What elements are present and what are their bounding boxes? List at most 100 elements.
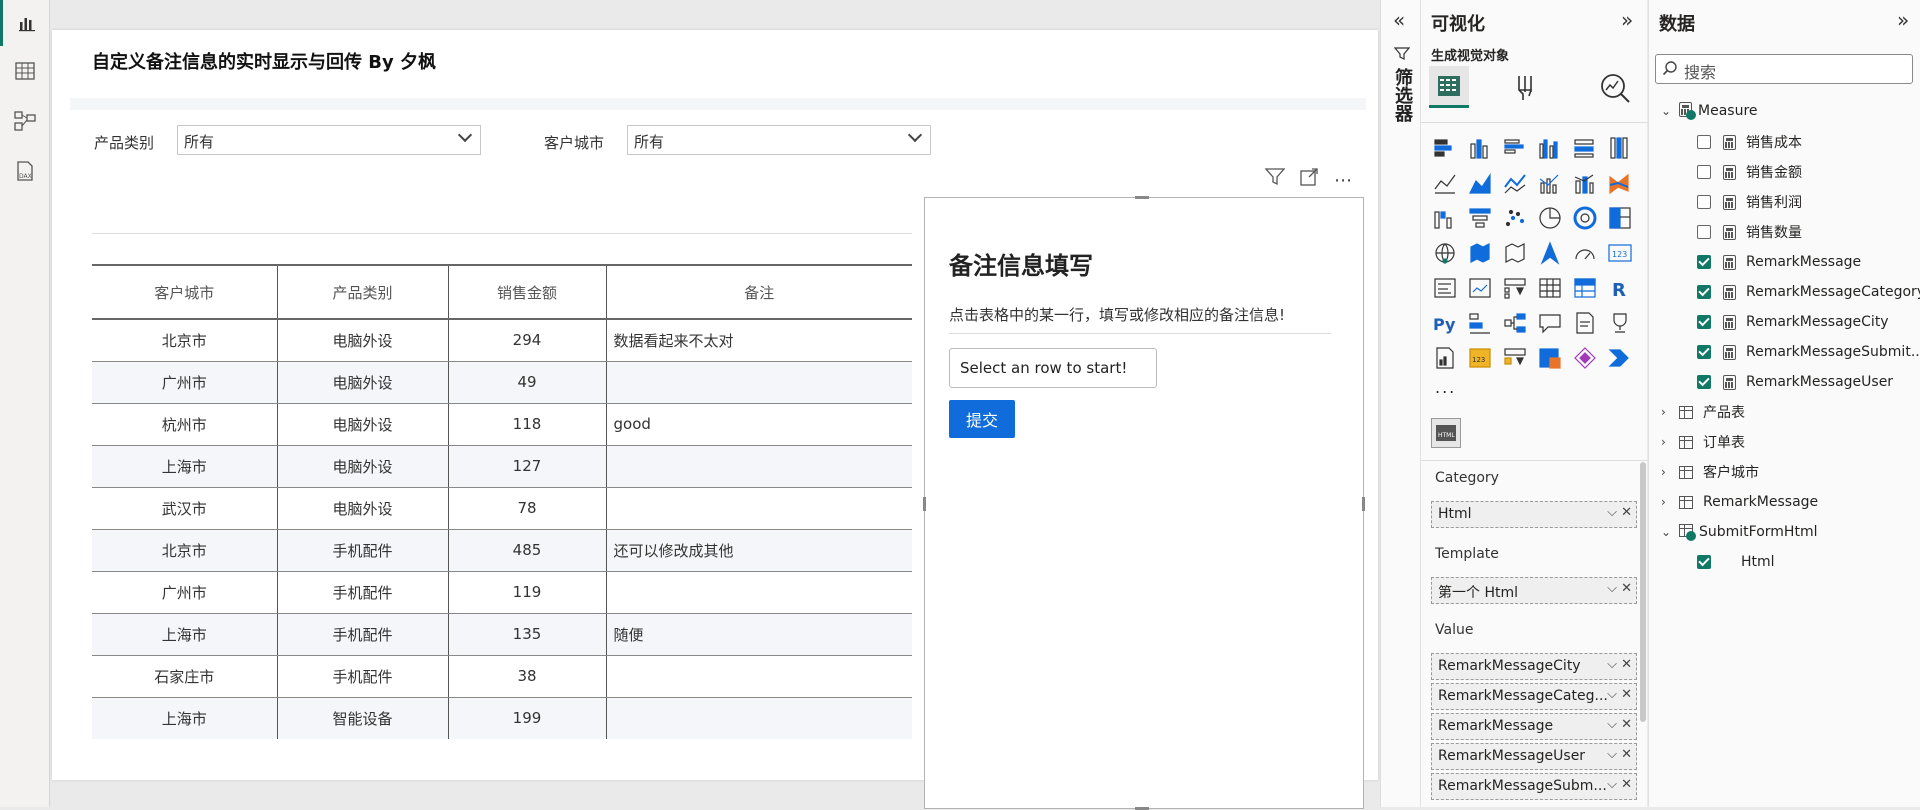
table-view-icon[interactable]: [0, 48, 50, 94]
chevron-right-icon[interactable]: ›: [1661, 495, 1671, 509]
table-row[interactable]: 广州市 电脑外设 49: [92, 361, 912, 404]
slicer-icon: [1504, 278, 1526, 299]
well-field-template[interactable]: 第一个 Html ⌵ ✕: [1431, 577, 1637, 604]
search-icon: [1662, 60, 1678, 80]
column-header-city[interactable]: 客户城市: [92, 264, 277, 320]
field-controls[interactable]: ⌵ ✕: [1607, 717, 1632, 732]
table-row[interactable]: 上海市 智能设备 199: [92, 697, 912, 739]
cell-remark: [605, 571, 912, 614]
well-field-value[interactable]: RemarkMessageCateg... ⌵ ✕: [1431, 683, 1637, 710]
field-controls[interactable]: ⌵ ✕: [1607, 505, 1632, 520]
well-field-category[interactable]: Html ⌵ ✕: [1431, 501, 1637, 528]
tree-field-measure[interactable]: RemarkMessage: [1697, 251, 1861, 273]
field-checkbox[interactable]: [1697, 135, 1711, 149]
tree-table-order[interactable]: › 订单表: [1661, 431, 1745, 453]
column-header-remark[interactable]: 备注: [605, 264, 912, 320]
chevron-down-icon[interactable]: ⌄: [1661, 104, 1671, 118]
chevron-right-icon[interactable]: ›: [1661, 465, 1671, 479]
field-controls[interactable]: ⌵ ✕: [1607, 687, 1632, 702]
slicer-label-city: 客户城市: [544, 134, 605, 152]
filters-pane-collapsed[interactable]: « 筛选器: [1380, 0, 1420, 807]
cell-remark: 还可以修改成其他: [605, 529, 912, 572]
tree-table-label: Measure: [1698, 103, 1758, 119]
tree-field-html[interactable]: Html: [1697, 551, 1775, 573]
table-row[interactable]: 石家庄市 手机配件 38: [92, 655, 912, 698]
table-row[interactable]: 上海市 手机配件 135 随便: [92, 613, 912, 656]
search-input[interactable]: 搜索: [1655, 54, 1913, 84]
tree-field-measure[interactable]: 销售数量: [1697, 221, 1802, 243]
cell-remark: 随便: [605, 613, 912, 656]
model-view-icon[interactable]: [0, 98, 50, 144]
collapse-chevron-icon[interactable]: »: [1897, 8, 1909, 32]
analytics-icon[interactable]: [1599, 72, 1631, 108]
well-field-value[interactable]: RemarkMessage ⌵ ✕: [1431, 713, 1637, 740]
slicer-city-dropdown[interactable]: 所有: [627, 125, 931, 155]
tree-table-city[interactable]: › 客户城市: [1661, 461, 1759, 483]
build-visual-tab[interactable]: [1429, 66, 1469, 108]
focus-mode-icon[interactable]: [1300, 168, 1318, 190]
scrollbar[interactable]: [1640, 462, 1646, 722]
well-field-value[interactable]: RemarkMessageCity ⌵ ✕: [1431, 653, 1637, 680]
field-checkbox[interactable]: [1697, 345, 1711, 359]
tree-field-measure[interactable]: RemarkMessageCity: [1697, 311, 1889, 333]
column-header-category[interactable]: 产品类别: [276, 264, 448, 320]
column-header-sales[interactable]: 销售金额: [447, 264, 606, 320]
field-checkbox[interactable]: [1697, 315, 1711, 329]
collapse-chevron-icon[interactable]: »: [1621, 8, 1633, 32]
field-checkbox[interactable]: [1697, 165, 1711, 179]
expand-chevron-icon[interactable]: «: [1393, 8, 1405, 32]
table-row[interactable]: 武汉市 电脑外设 78: [92, 487, 912, 530]
html-visual-icon[interactable]: HTML: [1431, 418, 1461, 448]
dax-query-view-icon[interactable]: DAX: [0, 148, 50, 194]
remark-form-visual[interactable]: 备注信息填写 点击表格中的某一行，填写或修改相应的备注信息! Select an…: [923, 196, 1365, 810]
multi-row-card-icon: [1434, 278, 1456, 298]
field-checkbox[interactable]: [1697, 255, 1711, 269]
field-checkbox[interactable]: [1697, 285, 1711, 299]
filter-icon[interactable]: [1264, 168, 1286, 190]
tree-field-measure[interactable]: 销售利润: [1697, 191, 1802, 213]
submit-button[interactable]: 提交: [949, 400, 1015, 438]
tree-field-measure[interactable]: RemarkMessageUser: [1697, 371, 1893, 393]
tree-field-label: 销售金额: [1746, 165, 1802, 181]
tree-table-remark[interactable]: › RemarkMessage: [1661, 491, 1818, 513]
tree-field-measure[interactable]: RemarkMessageCategory: [1697, 281, 1920, 303]
table-row[interactable]: 北京市 电脑外设 294 数据看起来不太对: [92, 319, 912, 362]
more-options-icon[interactable]: ⋯: [1334, 170, 1353, 191]
svg-text:HTML: HTML: [1438, 432, 1455, 439]
slicer-category-dropdown[interactable]: 所有: [177, 125, 481, 155]
tree-table-product[interactable]: › 产品表: [1661, 401, 1745, 423]
table-row[interactable]: 杭州市 电脑外设 118 good: [92, 403, 912, 446]
chevron-right-icon[interactable]: ›: [1661, 405, 1671, 419]
tree-field-measure[interactable]: RemarkMessageSubmit...: [1697, 341, 1920, 363]
well-field-value[interactable]: RemarkMessageSubm... ⌵ ✕: [1431, 773, 1637, 800]
tree-table-measure[interactable]: ⌄ Measure: [1661, 100, 1758, 122]
table-row[interactable]: 上海市 电脑外设 127: [92, 445, 912, 488]
table-icon: [1539, 278, 1561, 298]
table-row[interactable]: 北京市 手机配件 485 还可以修改成其他: [92, 529, 912, 572]
remark-input[interactable]: Select an row to start!: [949, 348, 1157, 388]
resize-handle[interactable]: [923, 497, 926, 511]
calculator-icon: [1723, 344, 1736, 360]
well-field-value[interactable]: RemarkMessageUser ⌵ ✕: [1431, 743, 1637, 770]
field-checkbox[interactable]: [1697, 555, 1711, 569]
field-checkbox[interactable]: [1697, 225, 1711, 239]
line-chart-icon: [1434, 174, 1456, 194]
tree-table-submitform[interactable]: ⌄ SubmitFormHtml: [1661, 521, 1817, 543]
field-checkbox[interactable]: [1697, 375, 1711, 389]
resize-handle[interactable]: [1362, 497, 1365, 511]
chevron-down-icon[interactable]: ⌄: [1661, 525, 1671, 539]
field-controls[interactable]: ⌵ ✕: [1607, 581, 1632, 596]
field-checkbox[interactable]: [1697, 195, 1711, 209]
more-visuals-icon[interactable]: ...: [1435, 378, 1456, 397]
field-controls[interactable]: ⌵ ✕: [1607, 657, 1632, 672]
tree-field-measure[interactable]: 销售金额: [1697, 161, 1802, 183]
svg-text:R: R: [1612, 280, 1626, 301]
table-row[interactable]: 广州市 手机配件 119: [92, 571, 912, 614]
field-controls[interactable]: ⌵ ✕: [1607, 777, 1632, 792]
format-visual-icon[interactable]: [1511, 72, 1541, 106]
tree-field-measure[interactable]: 销售成本: [1697, 131, 1802, 153]
resize-handle[interactable]: [1135, 196, 1149, 199]
field-controls[interactable]: ⌵ ✕: [1607, 747, 1632, 762]
report-view-icon[interactable]: [0, 0, 50, 46]
chevron-right-icon[interactable]: ›: [1661, 435, 1671, 449]
